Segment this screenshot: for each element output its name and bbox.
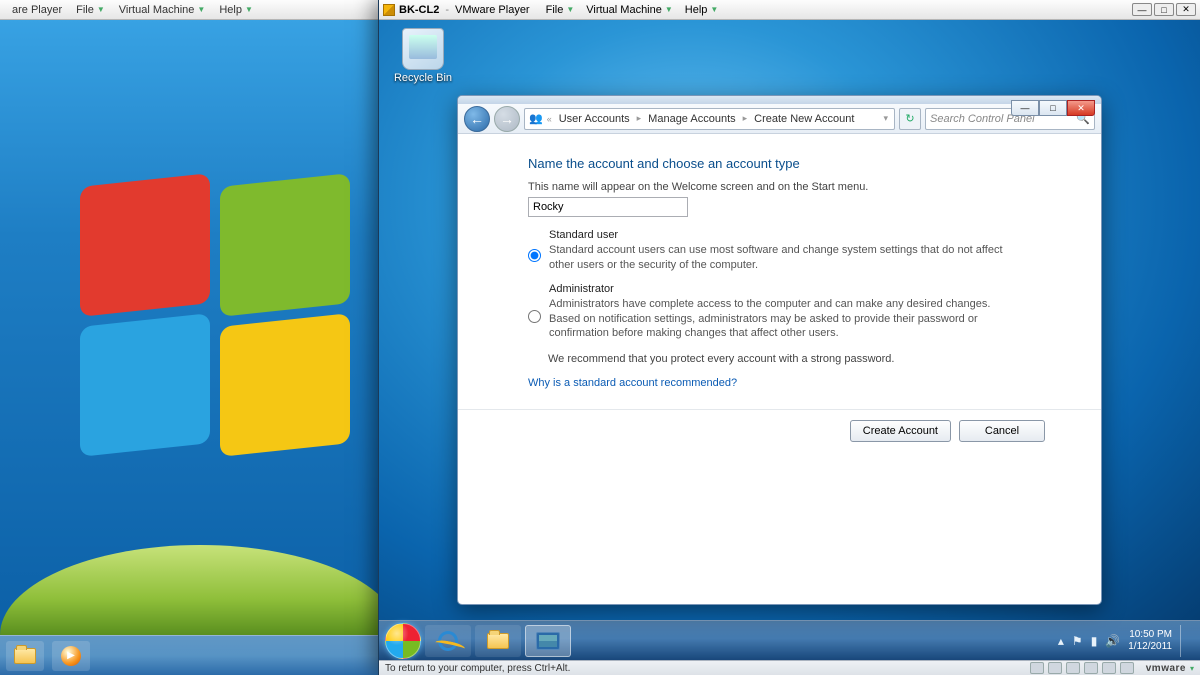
device-hdd-icon[interactable] [1030,662,1044,674]
outer-vm-desktop[interactable] [0,20,380,635]
outer-menu-file[interactable]: File▼ [70,2,111,18]
taskbar-clock[interactable]: 10:50 PM 1/12/2011 [1128,629,1172,653]
recycle-bin-label: Recycle Bin [391,72,455,84]
control-panel-window: ― □ ✕ ← → 👥 « User Accounts ▸ Manage Acc… [457,95,1102,605]
cancel-button[interactable]: Cancel [959,420,1045,442]
chevron-right-icon: ▸ [637,113,642,124]
refresh-icon: ↻ [905,112,914,125]
recycle-bin-shortcut[interactable]: Recycle Bin [391,28,455,84]
folder-icon [487,633,509,649]
user-accounts-tiny-icon: 👥 [529,112,543,125]
vmware-icon [383,4,395,16]
menu-help[interactable]: Help▼ [679,2,725,18]
option-administrator[interactable]: Administrator Administrators have comple… [528,281,1061,350]
address-breadcrumb[interactable]: 👥 « User Accounts ▸ Manage Accounts ▸ Cr… [524,108,895,130]
dropdown-icon: ▼ [566,5,574,14]
outer-menu-virtual-machine[interactable]: Virtual Machine▼ [113,2,212,18]
desktop-background-outer: are Player File▼ Virtual Machine▼ Help▼ … [0,0,1200,675]
breadcrumb-manage-accounts[interactable]: Manage Accounts [645,112,738,126]
show-desktop-button[interactable] [1180,625,1188,657]
radio-administrator[interactable] [528,284,541,350]
cp-content: Name the account and choose an account t… [458,134,1101,442]
system-tray: ▴ ⚑ ▮ 🔊 10:50 PM 1/12/2011 [1058,625,1194,657]
chevron-left-icon: « [547,114,552,124]
clock-date: 1/12/2011 [1128,641,1172,653]
taskbar-media-player-button[interactable]: ▶ [52,641,90,671]
device-network-icon[interactable] [1084,662,1098,674]
clock-time: 10:50 PM [1128,629,1172,641]
chevron-down-icon[interactable]: ▾ [883,113,888,124]
outer-vm-title-fragment: are Player [6,2,68,18]
device-floppy-icon[interactable] [1066,662,1080,674]
guest-taskbar: ▴ ⚑ ▮ 🔊 10:50 PM 1/12/2011 [379,620,1200,660]
dropdown-icon: ▼ [710,5,718,14]
menu-virtual-machine[interactable]: Virtual Machine▼ [580,2,679,18]
page-subheading: This name will appear on the Welcome scr… [528,181,1061,193]
window-frame-top[interactable] [458,96,1101,104]
menu-file[interactable]: File▼ [540,2,581,18]
close-button[interactable]: ✕ [1176,3,1196,16]
windows-logo-icon [80,180,360,460]
device-sound-icon[interactable] [1120,662,1134,674]
why-standard-link[interactable]: Why is a standard account recommended? [528,377,1061,389]
cp-close-button[interactable]: ✕ [1067,100,1095,116]
vmware-hint-text: To return to your computer, press Ctrl+A… [385,663,570,674]
internet-explorer-icon [436,629,460,653]
back-button[interactable]: ← [464,106,490,132]
dropdown-icon: ▼ [665,5,673,14]
option-standard-label: Standard user [549,229,1019,241]
radio-standard-user[interactable] [528,230,541,281]
password-recommendation: We recommend that you protect every acco… [548,353,1061,365]
dropdown-icon: ▼ [97,5,105,14]
device-usb-icon[interactable] [1102,662,1116,674]
taskbar-ie-button[interactable] [425,625,471,657]
chevron-right-icon: ▸ [743,113,748,124]
vm-app-label: VMware Player [455,4,530,16]
outer-vm-taskbar: ▶ [0,635,380,675]
vmware-brand-dropdown-icon[interactable]: ▾ [1190,664,1194,673]
show-hidden-icons-button[interactable]: ▴ [1058,634,1064,648]
outer-menu-help[interactable]: Help▼ [213,2,259,18]
page-heading: Name the account and choose an account t… [528,156,1061,171]
refresh-button[interactable]: ↻ [899,108,921,130]
maximize-button[interactable]: □ [1154,3,1174,16]
vmware-titlebar[interactable]: BK-CL2 - VMware Player File▼ Virtual Mac… [379,0,1200,20]
vmware-player-window: BK-CL2 - VMware Player File▼ Virtual Mac… [378,0,1200,675]
breadcrumb-user-accounts[interactable]: User Accounts [556,112,633,126]
breadcrumb-create-new-account[interactable]: Create New Account [751,112,857,126]
wmp-icon: ▶ [61,646,81,666]
minimize-button[interactable]: ― [1132,3,1152,16]
account-name-input[interactable] [528,197,688,217]
option-admin-label: Administrator [549,283,1019,295]
dropdown-icon: ▼ [245,5,253,14]
option-standard-desc: Standard account users can use most soft… [549,241,1019,281]
option-standard-user[interactable]: Standard user Standard account users can… [528,227,1061,281]
forward-button[interactable]: → [494,106,520,132]
network-icon[interactable]: ▮ [1091,634,1098,648]
taskbar-explorer-button[interactable] [475,625,521,657]
folder-icon [14,648,36,664]
dropdown-icon: ▼ [197,5,205,14]
vm-name-label: BK-CL2 [399,4,439,16]
recycle-bin-icon [402,28,444,70]
vmware-status-bar: To return to your computer, press Ctrl+A… [379,660,1200,675]
cp-maximize-button[interactable]: □ [1039,100,1067,116]
control-panel-icon [536,632,560,650]
start-button[interactable] [385,623,421,659]
vmware-brand-label: vmware [1146,663,1186,674]
cp-minimize-button[interactable]: ― [1011,100,1039,116]
arrow-left-icon: ← [470,111,484,127]
arrow-right-icon: → [500,111,514,127]
cp-navigation-bar: ← → 👥 « User Accounts ▸ Manage Accounts … [458,104,1101,134]
guest-desktop[interactable]: Recycle Bin ― □ ✕ ← → 👥 « [379,20,1200,620]
create-account-button[interactable]: Create Account [850,420,951,442]
option-admin-desc: Administrators have complete access to t… [549,295,1019,350]
wallpaper-hill [0,545,380,635]
volume-icon[interactable]: 🔊 [1105,634,1120,648]
device-cd-icon[interactable] [1048,662,1062,674]
taskbar-control-panel-button[interactable] [525,625,571,657]
taskbar-explorer-button[interactable] [6,641,44,671]
action-center-icon[interactable]: ⚑ [1072,634,1083,648]
